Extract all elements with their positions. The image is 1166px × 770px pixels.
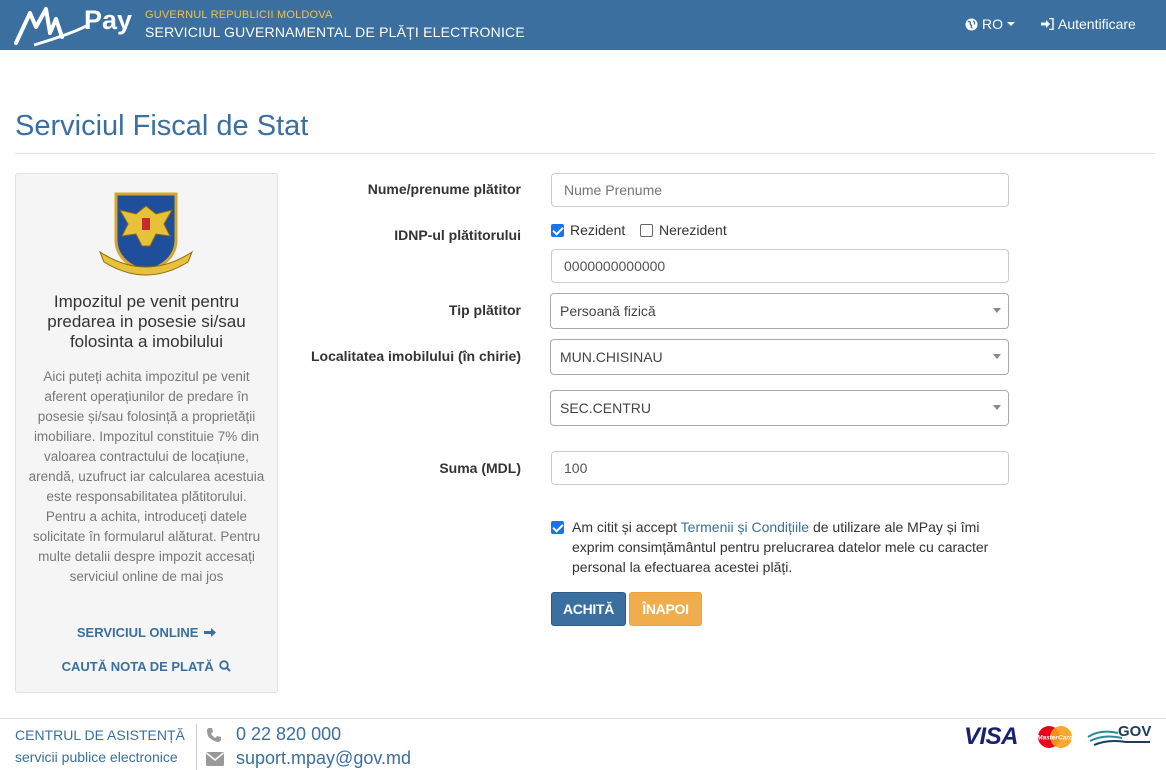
sector-value: SEC.CENTRU xyxy=(560,400,652,416)
resident-checkbox[interactable] xyxy=(551,223,564,237)
online-service-label: SERVICIUL ONLINE xyxy=(76,625,199,640)
visa-logo: VISA xyxy=(964,723,1019,750)
payer-name-label: Nume/prenume plătitor xyxy=(367,181,521,197)
fiscal-service-emblem xyxy=(98,192,194,276)
sign-in-icon xyxy=(1041,18,1054,30)
search-payment-note-label: CAUTĂ NOTA DE PLATĂ xyxy=(61,659,214,674)
footer-divider xyxy=(0,718,1166,719)
search-payment-note-link[interactable]: CAUTĂ NOTA DE PLATĂ xyxy=(16,659,277,674)
terms-text: Am citit și accept Termenii și Condițiil… xyxy=(572,519,989,575)
support-email[interactable]: suport.mpay@gov.md xyxy=(236,748,411,769)
service-title: SERVICIUL GUVERNAMENTAL DE PLĂȚI ELECTRO… xyxy=(145,24,525,40)
select-arrow-icon xyxy=(993,405,1001,410)
payer-type-label: Tip plătitor xyxy=(448,302,521,318)
idnp-label: IDNP-ul plătitorului xyxy=(394,227,521,243)
language-dropdown[interactable]: RO xyxy=(965,16,1015,32)
locality-value: MUN.CHISINAU xyxy=(560,349,663,365)
service-info-panel: Impozitul pe venit pentru predarea in po… xyxy=(15,173,278,693)
payer-type-select[interactable]: Persoană fizică xyxy=(550,293,1009,329)
idnp-input[interactable]: 0000000000000 xyxy=(551,249,1009,283)
svg-text:MasterCard: MasterCard xyxy=(1037,735,1074,742)
login-label: Autentificare xyxy=(1058,16,1136,32)
payer-type-value: Persoană fizică xyxy=(560,303,656,319)
envelope-icon xyxy=(206,752,224,766)
help-center-title[interactable]: CENTRUL DE ASISTENȚĂ xyxy=(15,727,185,743)
locality-select[interactable]: MUN.CHISINAU xyxy=(550,339,1009,375)
resident-option[interactable]: Rezident xyxy=(551,222,625,238)
amount-label: Suma (MDL) xyxy=(439,460,521,476)
pay-button[interactable]: ACHITĂ xyxy=(551,592,626,626)
gov-logo: GOV xyxy=(1087,723,1151,746)
nonresident-checkbox[interactable] xyxy=(640,223,653,237)
back-button[interactable]: ÎNAPOI xyxy=(629,592,702,626)
online-service-link[interactable]: SERVICIUL ONLINE xyxy=(16,625,277,640)
service-heading: Impozitul pe venit pentru predarea in po… xyxy=(47,292,246,351)
service-description: Aici puteți achita impozitul pe venit af… xyxy=(28,369,265,584)
amount-input[interactable]: 100 xyxy=(551,451,1009,485)
caret-down-icon xyxy=(1007,22,1015,26)
nonresident-label: Nerezident xyxy=(659,222,727,238)
resident-label: Rezident xyxy=(570,222,626,238)
locality-label: Localitatea imobilului (în chirie) xyxy=(310,348,521,364)
sector-select[interactable]: SEC.CENTRU xyxy=(550,390,1009,426)
page-title: Serviciul Fiscal de Stat xyxy=(15,110,309,142)
nonresident-option[interactable]: Nerezident xyxy=(640,222,727,238)
phone-icon xyxy=(207,728,221,742)
search-icon xyxy=(219,660,232,672)
terms-checkbox[interactable] xyxy=(551,521,564,534)
mpay-logo[interactable]: Pay xyxy=(14,3,132,47)
svg-text:GOV: GOV xyxy=(1118,723,1151,740)
select-arrow-icon xyxy=(993,354,1001,359)
arrow-right-icon xyxy=(204,628,217,637)
support-phone[interactable]: 0 22 820 000 xyxy=(236,724,341,745)
svg-text:Pay: Pay xyxy=(84,5,132,35)
login-link[interactable]: Autentificare xyxy=(1041,16,1136,32)
language-label: RO xyxy=(982,16,1003,32)
top-navbar: Pay GUVERNUL REPUBLICII MOLDOVA SERVICIU… xyxy=(0,0,1166,50)
title-divider xyxy=(15,153,1155,154)
mastercard-logo: MasterCard xyxy=(1037,726,1074,748)
payer-name-input[interactable] xyxy=(551,173,1009,207)
help-center-subtitle[interactable]: servicii publice electronice xyxy=(15,749,178,765)
terms-link[interactable]: Termenii și Condițiile xyxy=(681,519,809,535)
select-arrow-icon xyxy=(993,308,1001,313)
globe-icon xyxy=(965,17,978,31)
gov-subtitle: GUVERNUL REPUBLICII MOLDOVA xyxy=(145,9,333,21)
footer-separator xyxy=(196,724,197,770)
